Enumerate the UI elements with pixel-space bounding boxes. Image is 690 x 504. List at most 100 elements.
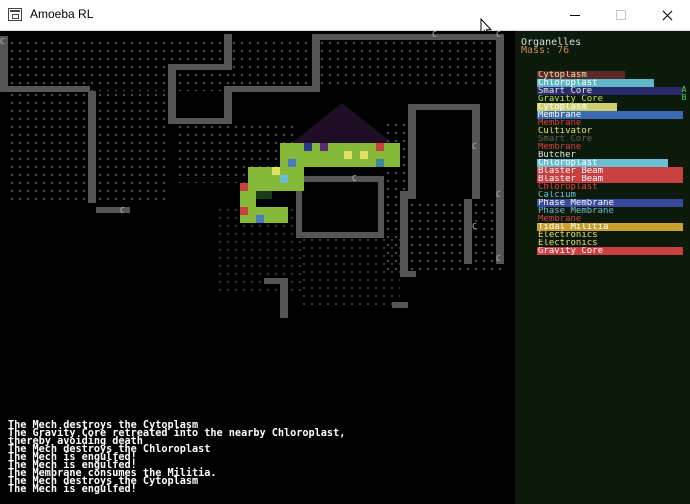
window-title: Amoeba RL	[30, 7, 94, 21]
organelle-cell[interactable]	[240, 183, 248, 191]
creature-glyph[interactable]: C	[432, 31, 437, 39]
organelle-cell[interactable]	[272, 167, 280, 175]
organelle-label: Gravity Core	[538, 95, 604, 103]
organelle-label: Membrane	[538, 215, 582, 223]
wall	[408, 104, 416, 199]
maximize-button[interactable]	[598, 0, 644, 31]
organelle-label: Membrane	[538, 119, 582, 127]
organelle-label: Cultivator	[538, 127, 593, 135]
organelle-label: Electronics	[538, 239, 598, 247]
floor-region	[230, 39, 500, 89]
minimize-button[interactable]	[552, 0, 598, 31]
organelle-label: Phase Membrane	[538, 199, 614, 207]
wall	[400, 271, 416, 277]
organelle-label: Butcher	[538, 151, 576, 159]
organelle-list: Cytoplasm Chloroplast Smart Core Gravity Co…	[537, 71, 683, 255]
organelle-cell[interactable]	[376, 159, 384, 167]
creature-glyph[interactable]: C	[496, 191, 501, 199]
organelle-label: Tidal Militia	[538, 223, 609, 231]
organelle-item[interactable]: Smart Core	[537, 87, 683, 95]
organelle-cell[interactable]	[256, 215, 264, 223]
organelle-item[interactable]: Cytoplasm	[537, 71, 683, 79]
wall	[224, 86, 314, 92]
organelle-cell[interactable]	[304, 143, 312, 151]
creature-glyph[interactable]: C	[0, 38, 5, 46]
wall	[496, 34, 504, 264]
organelle-item[interactable]: Calcium	[537, 191, 683, 199]
organelle-label: Membrane	[538, 143, 582, 151]
organelle-item[interactable]: Electronics	[537, 239, 683, 247]
organelle-item[interactable]: Cytoplasm	[537, 103, 683, 111]
organelle-item[interactable]: Membrane	[537, 143, 683, 151]
organelle-cell[interactable]	[256, 191, 264, 199]
creature-glyph[interactable]: C	[120, 207, 125, 215]
organelle-item[interactable]: Chloroplast	[537, 183, 683, 191]
title-bar: Amoeba RL	[0, 0, 690, 38]
organelle-item[interactable]: Gravity Core	[537, 95, 683, 103]
wall	[296, 176, 384, 182]
wall	[168, 64, 176, 124]
organelle-item[interactable]: Electronics	[537, 231, 683, 239]
mass-readout: Mass: 76	[521, 45, 570, 56]
organelle-label: Cytoplasm	[538, 71, 587, 79]
wall	[88, 91, 96, 203]
game-map[interactable]: C C C C C C C C C	[0, 31, 515, 406]
organelle-label: Electronics	[538, 231, 598, 239]
wall	[296, 232, 384, 238]
organelle-item[interactable]: Butcher	[537, 151, 683, 159]
organelle-cell[interactable]	[376, 143, 384, 151]
creature-glyph[interactable]: C	[472, 223, 477, 231]
creature-glyph[interactable]: C	[352, 175, 357, 183]
purple-haze	[292, 103, 392, 143]
organelle-cell[interactable]	[288, 159, 296, 167]
organelle-label: Blaster Beam	[538, 175, 604, 183]
wall	[400, 191, 408, 276]
close-button[interactable]	[644, 0, 690, 31]
organelle-item[interactable]: Chloroplast	[537, 159, 683, 167]
wall	[0, 86, 90, 92]
organelle-item[interactable]: Cultivator	[537, 127, 683, 135]
organelle-item[interactable]: Membrane	[537, 119, 683, 127]
organelle-cell[interactable]	[360, 151, 368, 159]
organelle-label: Cytoplasm	[538, 103, 587, 111]
organelle-label: Chloroplast	[538, 183, 598, 191]
wall	[168, 118, 232, 124]
organelle-item[interactable]: Gravity Core	[537, 247, 683, 255]
organelle-label: Chloroplast	[538, 159, 598, 167]
organelle-item[interactable]: Tidal Militia	[537, 223, 683, 231]
app-window-icon	[8, 8, 22, 21]
organelle-label: Gravity Core	[538, 247, 604, 255]
side-markers: AB	[679, 86, 689, 102]
wall	[408, 104, 480, 110]
organelle-item[interactable]: Membrane	[537, 215, 683, 223]
floor-region	[8, 91, 90, 201]
organelle-item[interactable]: Chloroplast	[537, 79, 683, 87]
organelle-item[interactable]: Blaster Beam	[537, 167, 683, 175]
organelle-item[interactable]: Smart Core	[537, 135, 683, 143]
creature-glyph[interactable]: C	[496, 255, 501, 263]
creature-glyph[interactable]: C	[472, 143, 477, 151]
organelle-label: Smart Core	[538, 135, 593, 143]
message-log: The Mech destroys the Cytoplasm The Gravi…	[8, 420, 508, 495]
log-line: The Mech is engulfed!	[8, 484, 137, 495]
creature-glyph[interactable]: C	[496, 31, 501, 39]
wall	[472, 104, 480, 199]
organelle-item[interactable]: Phase Membrane	[537, 207, 683, 215]
organelle-item[interactable]: Blaster Beam	[537, 175, 683, 183]
floor-region-dim	[300, 236, 400, 306]
wall	[312, 34, 320, 92]
organelle-cell[interactable]	[344, 151, 352, 159]
organelle-cell[interactable]	[240, 207, 248, 215]
organelle-item[interactable]: Membrane	[537, 111, 683, 119]
wall	[168, 64, 232, 70]
organelle-cell[interactable]	[320, 143, 328, 151]
wall	[378, 176, 384, 238]
organelle-label: Calcium	[538, 191, 576, 199]
organelle-label: Chloroplast	[538, 79, 598, 87]
side-marker: B	[681, 93, 687, 102]
organelle-label: Membrane	[538, 111, 582, 119]
organelle-cell[interactable]	[264, 191, 272, 199]
organelle-cell[interactable]	[280, 175, 288, 183]
organelle-item[interactable]: Phase Membrane	[537, 199, 683, 207]
wall	[392, 302, 408, 308]
